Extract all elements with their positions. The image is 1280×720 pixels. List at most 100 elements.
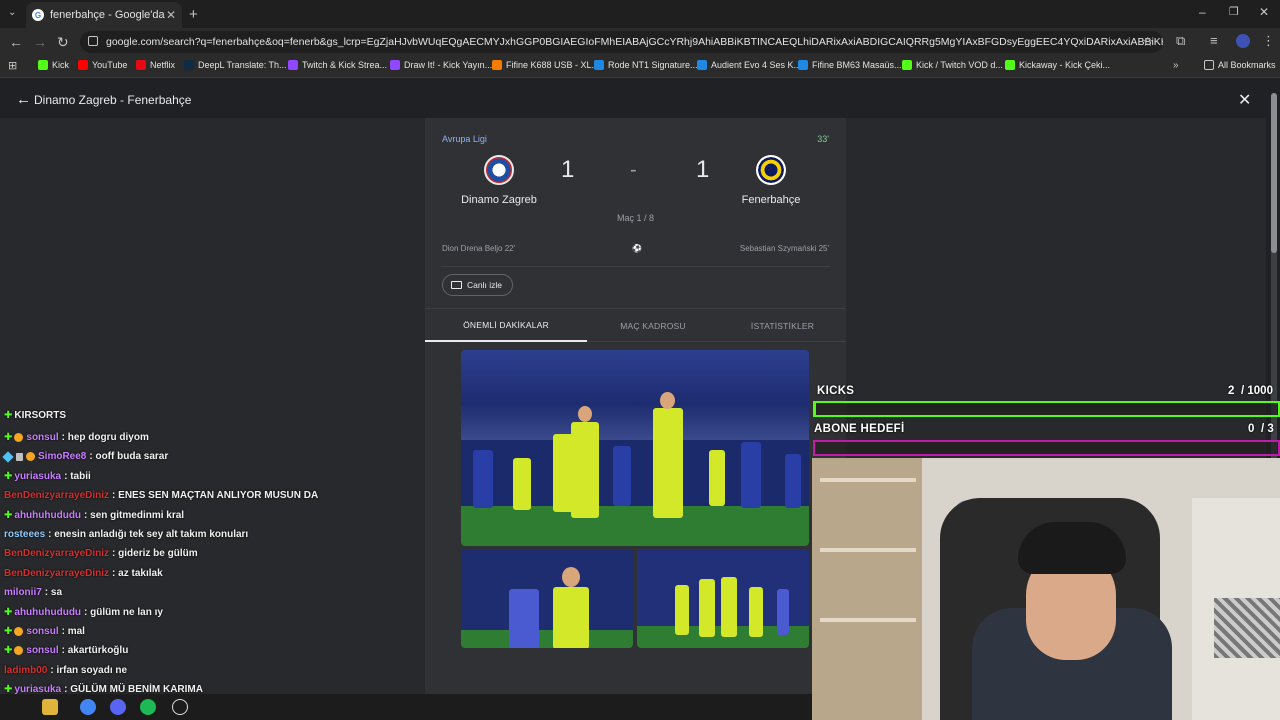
back-icon[interactable]: ← [9, 35, 23, 49]
chat-username[interactable]: BenDenizyarrayeDiniz [4, 548, 109, 559]
verified-badge-icon: ✚ [4, 432, 13, 443]
chat-username[interactable]: sonsul [26, 626, 58, 637]
tab-search-icon[interactable]: ⌄ [8, 8, 16, 18]
chat-username[interactable]: KIRSORTS [14, 410, 66, 421]
menu-kebab-icon[interactable]: ⋮ [1262, 34, 1275, 47]
sub-goal-current: 0 [1248, 423, 1255, 435]
back-arrow-icon[interactable]: ← [16, 91, 31, 108]
chat-message: BenDenizyarrayeDiniz: az takılak [4, 568, 163, 579]
chat-username[interactable]: sonsul [26, 432, 58, 443]
chat-username[interactable]: ahuhuhududu [14, 607, 81, 618]
bookmark-item[interactable]: YouTube [78, 60, 127, 70]
verified-badge-icon: ✚ [4, 645, 13, 657]
tab-stats[interactable]: İSTATİSTİKLER [719, 309, 846, 342]
away-scorer: Sebastian Szymański 25' [739, 244, 829, 253]
minimize-icon[interactable]: – [1199, 6, 1206, 18]
league-link[interactable]: Avrupa Ligi [442, 134, 487, 144]
away-team-name[interactable]: Fenerbahçe [716, 194, 826, 206]
page-title: Dinamo Zagreb - Fenerbahçe [34, 93, 192, 107]
player-head [660, 392, 675, 409]
all-bookmarks-label: All Bookmarks [1218, 60, 1276, 70]
chat-message: ✚ KIRSORTS [4, 410, 69, 421]
bookmark-item[interactable]: Fifine BM63 Masaüs... [798, 60, 902, 70]
bookmark-item[interactable]: Fifine K688 USB - XL... [492, 60, 599, 70]
chat-text: : gideriz be gülüm [112, 548, 198, 560]
bookmark-favicon-icon [390, 60, 400, 70]
subscriber-badge-icon [14, 433, 24, 442]
bookmark-item[interactable]: DeepL Translate: Th... [184, 60, 287, 70]
profile-avatar-icon[interactable] [1236, 34, 1250, 48]
chat-username[interactable]: BenDenizyarrayeDiniz [4, 490, 109, 501]
verified-badge-icon: ✚ [4, 509, 13, 521]
goal-ball-icon: ⚽ [632, 244, 642, 253]
shelf [820, 618, 916, 622]
chat-username[interactable]: sonsul [26, 645, 58, 656]
divider [441, 266, 830, 267]
browser-tab[interactable]: G fenerbahçe - Google'da Ara ✕ [26, 2, 182, 28]
apps-grid-icon[interactable]: ⊞ [8, 61, 17, 72]
chat-username[interactable]: yuriasuka [14, 471, 61, 482]
score-separator: - [630, 159, 637, 181]
toolbar: ← → ↻ google.com/search?q=fenerbahçe&oq=… [0, 28, 1280, 56]
tab-key-moments[interactable]: ÖNEMLİ DAKİKALAR [425, 309, 587, 342]
media-controls-icon[interactable]: ≡ [1210, 34, 1218, 47]
player [777, 589, 789, 635]
home-team-name[interactable]: Dinamo Zagreb [444, 194, 554, 206]
more-bookmarks-icon[interactable]: » [1173, 61, 1179, 71]
pillow [1214, 598, 1280, 658]
chat-username[interactable]: ladimb00 [4, 665, 47, 676]
bookmark-item[interactable]: Kick [38, 60, 69, 70]
chat-username[interactable]: BenDenizyarrayeDiniz [4, 568, 109, 579]
chrome-icon[interactable] [80, 699, 96, 715]
bookmark-star-icon[interactable]: ☆ [1142, 35, 1154, 48]
obs-icon[interactable] [172, 699, 188, 715]
extensions-icon[interactable]: ⧉ [1176, 34, 1185, 47]
address-bar[interactable]: google.com/search?q=fenerbahçe&oq=fenerb… [80, 31, 1163, 53]
live-minute: 33' [817, 134, 829, 144]
close-tab-icon[interactable]: ✕ [166, 8, 176, 22]
all-bookmarks[interactable]: All Bookmarks [1204, 60, 1276, 70]
subscriber-badge-icon [14, 627, 24, 636]
bookmark-item[interactable]: Audient Evo 4 Ses K... [697, 60, 801, 70]
chat-username[interactable]: rosteees [4, 529, 45, 540]
away-score: 1 [696, 156, 710, 183]
highlight-photo-3[interactable] [637, 549, 809, 648]
restore-icon[interactable]: ❐ [1229, 7, 1239, 18]
site-info-icon[interactable] [88, 36, 98, 46]
bookmark-item[interactable]: Kick / Twitch VOD d... [902, 60, 1003, 70]
player [509, 589, 539, 648]
watch-live-button[interactable]: Canlı izle [442, 274, 513, 296]
bookmark-item[interactable]: Draw It! - Kick Yayın... [390, 60, 492, 70]
new-tab-icon[interactable]: + [189, 7, 198, 22]
bookmark-item[interactable]: Netflix [136, 60, 175, 70]
pitch [461, 630, 633, 648]
bookmark-item[interactable]: Kickaway - Kick Çeki... [1005, 60, 1110, 70]
player [473, 450, 493, 508]
kicks-goal-target: / 1000 [1241, 385, 1273, 397]
window-close-icon[interactable]: ✕ [1259, 6, 1269, 18]
discord-icon[interactable] [110, 699, 126, 715]
highlight-photo-main[interactable] [461, 350, 809, 546]
player [709, 450, 725, 506]
highlight-photo-2[interactable] [461, 549, 633, 648]
file-explorer-icon[interactable] [42, 699, 58, 715]
chat-message: BenDenizyarrayeDiniz: ENES SEN MAÇTAN AN… [4, 490, 318, 501]
spotify-icon[interactable] [140, 699, 156, 715]
chat-username[interactable]: SimoRee8 [38, 451, 86, 462]
chat-text: : enesin anladığı tek sey alt takım konu… [48, 529, 249, 540]
scroll-thumb[interactable] [1271, 93, 1277, 253]
reload-icon[interactable]: ↻ [57, 35, 69, 49]
chat-username[interactable]: ahuhuhududu [14, 510, 81, 521]
close-sheet-icon[interactable]: ✕ [1238, 90, 1251, 110]
chat-username[interactable]: milonii7 [4, 587, 42, 598]
sub-progress-bar [813, 440, 1280, 456]
bookmark-label: Netflix [150, 60, 176, 70]
forward-icon[interactable]: → [33, 35, 47, 49]
diamond-badge-icon [2, 451, 14, 463]
chat-text: : mal [61, 626, 85, 637]
chat-text: : irfan soyadı ne [50, 664, 128, 676]
streamer-hair [1018, 522, 1126, 574]
tab-lineups[interactable]: MAÇ KADROSU [587, 309, 719, 342]
bookmark-item[interactable]: Rode NT1 Signature... [594, 60, 698, 70]
bookmark-item[interactable]: Twitch & Kick Strea... [288, 60, 387, 70]
